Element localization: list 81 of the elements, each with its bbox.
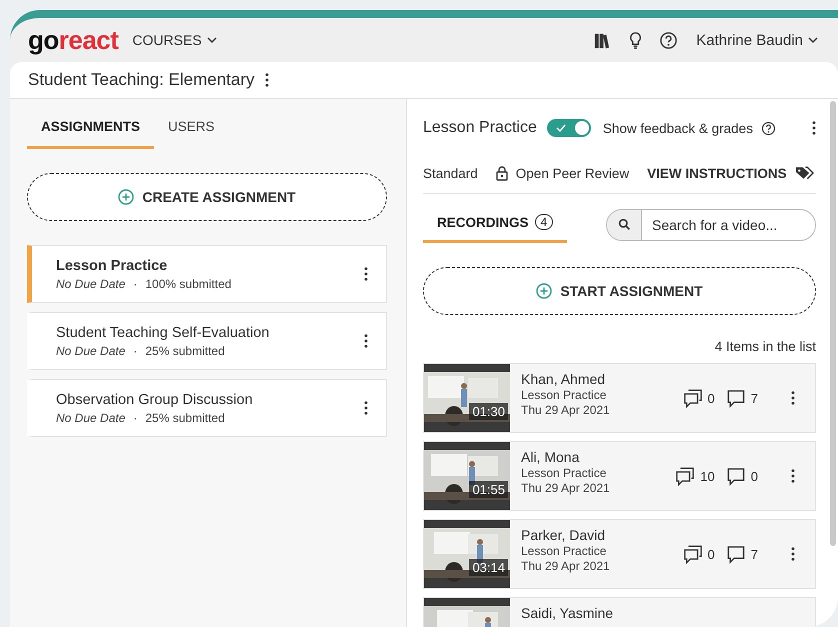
assignment-title: Lesson Practice bbox=[56, 258, 168, 274]
submitted-status: 100% submitted bbox=[145, 276, 232, 290]
comment-icon bbox=[726, 466, 746, 486]
recording-date: Thu 29 Apr 2021 bbox=[521, 559, 611, 573]
assignment-card[interactable]: Student Teaching Self-Evaluation No Due Date · 25% submitted bbox=[27, 312, 387, 370]
student-name: Parker, David bbox=[521, 527, 606, 543]
help-icon[interactable] bbox=[760, 120, 776, 136]
recordings-tab[interactable]: RECORDINGS 4 bbox=[423, 206, 568, 243]
thread-count: 0 bbox=[708, 546, 715, 562]
toggle-label: Show feedback & grades bbox=[602, 120, 753, 136]
logo[interactable]: goreact bbox=[28, 24, 118, 56]
search-field[interactable]: Search for a video... bbox=[606, 208, 816, 240]
peer-review-status: Open Peer Review bbox=[516, 166, 630, 180]
more-icon[interactable] bbox=[364, 334, 368, 348]
comment-icon bbox=[726, 544, 746, 564]
student-name: Khan, Ahmed bbox=[521, 371, 606, 387]
count-badge: 4 bbox=[534, 214, 554, 230]
more-icon[interactable] bbox=[264, 73, 268, 87]
submitted-status: 25% submitted bbox=[145, 344, 225, 358]
assignment-type: Standard bbox=[423, 166, 478, 180]
assignment-name: Lesson Practice bbox=[521, 466, 608, 480]
student-name: Ali, Mona bbox=[521, 449, 580, 465]
comment-count: 7 bbox=[750, 546, 758, 562]
assignment-title: Student Teaching Self-Evaluation bbox=[56, 324, 270, 340]
recording-row[interactable]: 01:30 Khan, Ahmed Lesson Practice Thu 29 Apr 2021 0 7 bbox=[423, 363, 816, 433]
assignment-title: Observation Group Discussion bbox=[56, 392, 254, 408]
recording-date: Thu 29 Apr 2021 bbox=[521, 481, 611, 495]
thread-count: 10 bbox=[700, 468, 715, 484]
create-assignment-button[interactable]: CREATE ASSIGNMENT bbox=[27, 173, 387, 221]
due-date: No Due Date bbox=[56, 410, 126, 424]
recording-row[interactable]: Saidi, Yasmine bbox=[423, 597, 816, 627]
thread-count: 0 bbox=[708, 390, 715, 406]
comment-count: 0 bbox=[750, 468, 758, 484]
scrollbar[interactable] bbox=[830, 101, 836, 546]
view-instructions-link[interactable]: VIEW INSTRUCTIONS bbox=[647, 166, 787, 180]
due-date: No Due Date bbox=[56, 344, 126, 358]
due-date: No Due Date bbox=[56, 276, 126, 290]
student-name: Saidi, Yasmine bbox=[521, 605, 614, 621]
check-icon bbox=[556, 124, 566, 132]
comments-icon bbox=[682, 544, 703, 564]
assignment-card[interactable]: Observation Group Discussion No Due Date · 25% submitted bbox=[27, 379, 387, 437]
plus-icon bbox=[536, 283, 552, 299]
recording-row[interactable]: 03:14 Parker, David Lesson Practice Thu 29 Apr 2021 0 7 bbox=[423, 519, 816, 589]
video-duration: 01:55 bbox=[469, 481, 508, 498]
courses-menu[interactable]: COURSES bbox=[132, 32, 217, 48]
submitted-status: 25% submitted bbox=[145, 410, 225, 424]
search-icon[interactable] bbox=[618, 218, 630, 231]
chevron-down-icon bbox=[808, 37, 818, 43]
video-duration: 01:30 bbox=[469, 403, 508, 420]
video-duration: 03:14 bbox=[469, 559, 508, 576]
more-icon[interactable] bbox=[791, 547, 795, 561]
assignment-title: Lesson Practice bbox=[423, 119, 537, 137]
assignment-name: Lesson Practice bbox=[521, 544, 608, 558]
assignment-name: Lesson Practice bbox=[521, 388, 608, 402]
tags-icon bbox=[794, 166, 814, 180]
assignment-card[interactable]: Lesson Practice No Due Date · 100% submitted bbox=[27, 245, 387, 303]
comment-count: 7 bbox=[750, 390, 758, 406]
help-icon[interactable] bbox=[659, 30, 678, 50]
comment-icon bbox=[726, 388, 746, 408]
feedback-toggle[interactable] bbox=[546, 119, 591, 137]
chevron-down-icon bbox=[206, 37, 217, 43]
start-assignment-button[interactable]: START ASSIGNMENT bbox=[423, 267, 816, 315]
more-icon[interactable] bbox=[812, 121, 816, 135]
user-menu[interactable]: Kathrine Baudin bbox=[696, 32, 818, 48]
comments-icon bbox=[675, 466, 696, 486]
separator-dot: · bbox=[133, 344, 138, 358]
lock-icon bbox=[496, 166, 508, 180]
tab[interactable]: ASSIGNMENTS bbox=[27, 109, 154, 149]
more-icon[interactable] bbox=[791, 469, 795, 483]
recording-date: Thu 29 Apr 2021 bbox=[521, 403, 611, 417]
plus-icon bbox=[118, 189, 134, 205]
more-icon[interactable] bbox=[364, 401, 368, 415]
separator-dot: · bbox=[133, 410, 138, 424]
more-icon[interactable] bbox=[791, 391, 795, 405]
more-icon[interactable] bbox=[364, 267, 368, 281]
recording-row[interactable]: 01:55 Ali, Mona Lesson Practice Thu 29 Apr 2021 10 0 bbox=[423, 441, 816, 511]
separator-dot: · bbox=[133, 276, 138, 290]
items-count: 4 Items in the list bbox=[714, 339, 816, 354]
comments-icon bbox=[682, 388, 703, 408]
tab[interactable]: USERS bbox=[154, 109, 229, 149]
course-title: Student Teaching: Elementary bbox=[28, 70, 254, 90]
